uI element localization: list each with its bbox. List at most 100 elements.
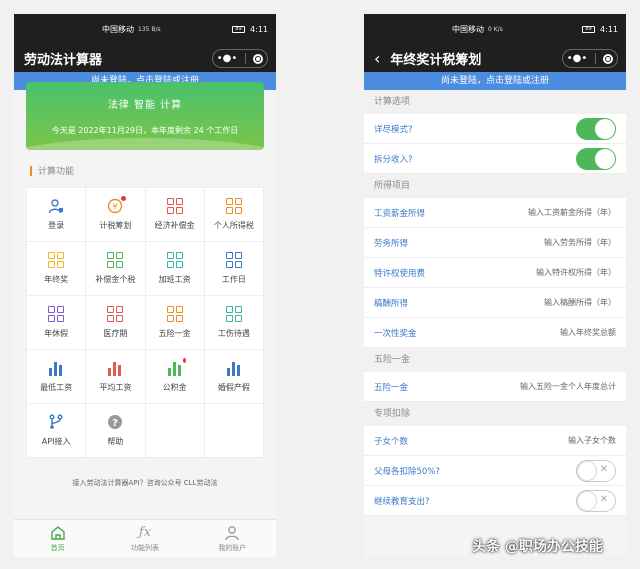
detail-mode-toggle[interactable] <box>576 117 616 140</box>
feature-4[interactable]: 年终奖 <box>27 242 87 296</box>
income-input[interactable]: 输入特许权所得（年） <box>536 267 616 278</box>
phone-bonus-tax-screen: 中国移动 0 K/s 89 4:11 ‹ 年终奖计税筹划 •●• 尚未登陆，点击… <box>364 14 626 557</box>
bars-icon <box>226 360 242 376</box>
home-icon <box>50 525 66 541</box>
user-icon <box>48 198 64 214</box>
grid-icon <box>166 198 183 214</box>
income-input[interactable]: 输入稿酬所得（年） <box>544 297 616 308</box>
income-input[interactable]: 输入工资薪金所得（年） <box>528 207 616 218</box>
feature-label: 工作日 <box>221 275 246 284</box>
grid-icon <box>48 306 65 322</box>
feature-11[interactable]: 工伤待遇 <box>204 296 264 350</box>
feature-5[interactable]: 补偿金个税 <box>86 242 146 296</box>
status-bar: 中国移动 0 K/s 89 4:11 <box>364 14 626 45</box>
feature-10[interactable]: 五险一金 <box>145 296 205 350</box>
feature-12[interactable]: 最低工资 <box>27 350 87 404</box>
tab-home[interactable]: 首页 <box>14 520 101 557</box>
feature-label: 个人所得税 <box>213 221 254 230</box>
feature-15[interactable]: 婚假产假 <box>204 350 264 404</box>
section-income: 所得项目 <box>364 174 626 198</box>
page-title: 劳动法计算器 <box>24 53 103 68</box>
grid-icon <box>225 306 242 322</box>
education-toggle[interactable]: ✕ <box>576 489 616 512</box>
function-icon: ƒx <box>138 524 152 540</box>
section-title: 计算功能 <box>30 164 276 177</box>
income-row: 劳务所得 输入劳务所得（年） <box>364 228 626 258</box>
income-row: 特许权使用费 输入特许权所得（年） <box>364 258 626 288</box>
notification-dot <box>121 196 127 201</box>
banner: 法律 智能 计算 今天是 2022年11月29日，本年度剩余 24 个工作日 <box>26 82 264 150</box>
api-hint[interactable]: 接入劳动法计算器API？咨询公众号 CLL劳动法 <box>14 478 276 488</box>
feature-label: 医疗期 <box>103 329 128 338</box>
feature-14[interactable]: 公积金 <box>145 350 205 404</box>
split-income-toggle[interactable] <box>576 147 616 170</box>
feature-3[interactable]: 个人所得税 <box>204 188 264 242</box>
feature-label: 最低工资 <box>40 383 73 392</box>
more-icon[interactable]: •●• <box>217 53 238 64</box>
mini-program-capsule: •●• <box>212 49 268 68</box>
income-input[interactable]: 输入劳务所得（年） <box>544 237 616 248</box>
money-icon: ¥ <box>107 196 127 214</box>
feature-label: 公积金 <box>162 383 187 392</box>
close-target-icon[interactable] <box>253 53 264 64</box>
battery-icon: 89 <box>582 26 596 33</box>
title-bar: ‹ 年终奖计税筹划 •●• <box>364 45 626 72</box>
feature-label: 补偿金个税 <box>95 275 136 284</box>
section-options: 计算选项 <box>364 90 626 114</box>
feature-label: 工伤待遇 <box>217 329 250 338</box>
grid-icon <box>48 252 65 268</box>
grid-icon <box>225 252 242 268</box>
feature-6[interactable]: 加班工资 <box>145 242 205 296</box>
grid-icon <box>107 252 124 268</box>
feature-label: 经济补偿金 <box>154 221 195 230</box>
feature-9[interactable]: 医疗期 <box>86 296 146 350</box>
option-detail-mode: 详尽模式? <box>364 114 626 144</box>
parents-deduction-toggle[interactable]: ✕ <box>576 459 616 482</box>
insurance-row: 五险一金 输入五险一金个人年度总计 <box>364 372 626 402</box>
watermark: 头条 @职场办公技能 <box>472 539 603 555</box>
carrier-label: 中国移动 <box>452 25 484 34</box>
grid-icon <box>166 306 183 322</box>
clock: 4:11 <box>600 25 618 34</box>
income-row: 工资薪金所得 输入工资薪金所得（年） <box>364 198 626 228</box>
feature-16[interactable]: API接入 <box>27 404 87 458</box>
login-prompt[interactable]: 尚未登陆，点击登陆或注册 <box>364 72 626 90</box>
feature-label: 年休假 <box>44 329 69 338</box>
tab-bar: 首页 ƒx 功能列表 我的账户 <box>14 519 276 557</box>
clock: 4:11 <box>250 25 268 34</box>
tab-account[interactable]: 我的账户 <box>189 520 276 557</box>
bars-icon <box>167 358 186 376</box>
back-icon[interactable]: ‹ <box>374 50 380 67</box>
section-deduction: 专项扣除 <box>364 402 626 426</box>
feature-label: 计税筹划 <box>99 221 132 230</box>
grid-icon <box>107 306 124 322</box>
close-target-icon[interactable] <box>603 53 614 64</box>
feature-0[interactable]: 登录 <box>27 188 87 242</box>
feature-label: 婚假产假 <box>217 383 250 392</box>
mini-program-capsule: •●• <box>562 49 618 68</box>
income-row: 一次性奖金 输入年终奖总额 <box>364 318 626 348</box>
svg-text:?: ? <box>112 418 118 429</box>
feature-7[interactable]: 工作日 <box>204 242 264 296</box>
insurance-input[interactable]: 输入五险一金个人年度总计 <box>520 381 616 392</box>
feature-2[interactable]: 经济补偿金 <box>145 188 205 242</box>
more-icon[interactable]: •●• <box>567 53 588 64</box>
feature-label: 登录 <box>48 221 65 230</box>
feature-13[interactable]: 平均工资 <box>86 350 146 404</box>
feature-label: API接入 <box>41 437 71 446</box>
empty-cell <box>145 404 205 458</box>
grid-icon <box>166 252 183 268</box>
svg-text:¥: ¥ <box>113 202 118 211</box>
income-row: 稿酬所得 输入稿酬所得（年） <box>364 288 626 318</box>
children-input[interactable]: 输入子女个数 <box>568 435 616 446</box>
feature-8[interactable]: 年休假 <box>27 296 87 350</box>
feature-label: 加班工资 <box>158 275 191 284</box>
page-title: 年终奖计税筹划 <box>390 53 482 68</box>
branch-icon <box>48 414 64 430</box>
feature-1[interactable]: ¥ 计税筹划 <box>86 188 146 242</box>
feature-17[interactable]: ? 帮助 <box>86 404 146 458</box>
tab-functions[interactable]: ƒx 功能列表 <box>101 520 188 557</box>
bars-icon <box>48 360 64 376</box>
banner-date: 今天是 2022年11月29日，本年度剩余 24 个工作日 <box>51 126 239 135</box>
income-input[interactable]: 输入年终奖总额 <box>560 327 616 338</box>
